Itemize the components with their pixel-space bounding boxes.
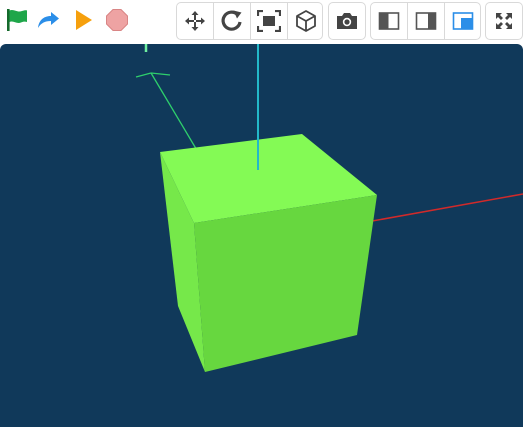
play-button[interactable] (65, 2, 99, 38)
rotate-icon (221, 10, 242, 31)
fullscreen-group (485, 2, 523, 40)
redo-button[interactable] (31, 2, 65, 38)
cube-front-face (194, 195, 377, 372)
3d-scene[interactable] (0, 44, 523, 427)
green-flag-icon (7, 9, 27, 31)
fullscreen-button[interactable] (486, 3, 522, 39)
toolbar (0, 0, 523, 44)
play-icon (76, 10, 92, 30)
camera-group (328, 2, 366, 40)
move-arrows-icon (185, 11, 205, 31)
layout-left-panel-icon (378, 12, 400, 30)
camera-icon (337, 13, 357, 29)
cube-view-icon (296, 10, 316, 32)
layout-inset-icon (452, 12, 474, 30)
z-axis-line (135, 44, 199, 153)
move-button[interactable] (177, 3, 213, 39)
layout-inset-button[interactable] (445, 3, 481, 39)
cube-mesh[interactable] (160, 134, 377, 372)
cube-view-button[interactable] (288, 3, 324, 39)
layout-right-panel-button[interactable] (408, 3, 444, 39)
view-tools-group (176, 2, 323, 40)
screenshot-button[interactable] (329, 3, 365, 39)
layout-right-panel-icon (415, 12, 437, 30)
fullscreen-icon (496, 13, 512, 29)
stop-icon (106, 9, 128, 31)
rotate-button[interactable] (214, 3, 250, 39)
3d-viewport[interactable] (0, 44, 523, 427)
stop-button[interactable] (100, 2, 134, 38)
fit-frame-button[interactable] (251, 3, 287, 39)
redo-icon (38, 12, 59, 28)
green-flag-button[interactable] (0, 2, 34, 38)
layout-left-panel-button[interactable] (371, 3, 407, 39)
layout-tools-group (370, 2, 481, 40)
fit-frame-icon (257, 10, 281, 32)
